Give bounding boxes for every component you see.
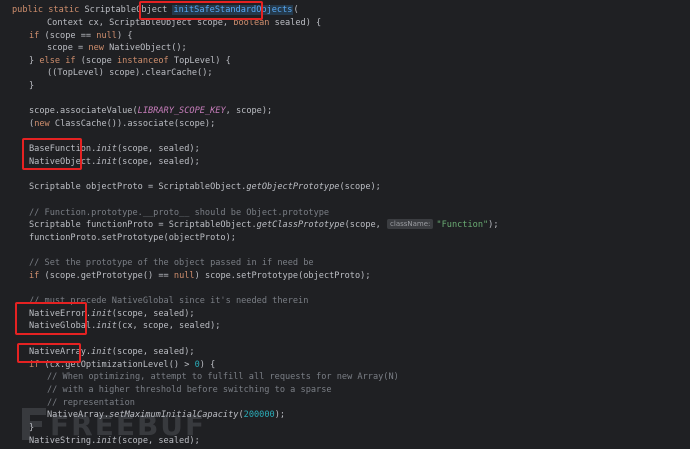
code-string: "Function" bbox=[436, 220, 489, 230]
code-text: functionProto.setPrototype(objectProto); bbox=[29, 233, 236, 243]
code-keyword: new bbox=[88, 43, 104, 53]
code-line-13: // Function.prototype.__proto__ should b… bbox=[29, 207, 329, 220]
code-text: (scope.getPrototype() == bbox=[39, 271, 174, 281]
code-line-16: // Set the prototype of the object passe… bbox=[29, 257, 314, 270]
code-text: ((TopLevel) scope).clearCache(); bbox=[47, 68, 213, 78]
code-line-12: Scriptable objectProto = ScriptableObjec… bbox=[29, 181, 381, 194]
code-text: scope = bbox=[47, 43, 89, 53]
code-keyword: null bbox=[173, 271, 195, 281]
code-line-24: // with a higher threshold before switch… bbox=[47, 384, 332, 397]
code-line-17: if (scope.getPrototype() == null) scope.… bbox=[29, 270, 371, 283]
code-keyword: public bbox=[12, 5, 44, 15]
code-text: Scriptable objectProto = ScriptableObjec… bbox=[29, 182, 247, 192]
watermark-text: FREEBUF bbox=[50, 409, 207, 442]
code-method-call: init bbox=[96, 321, 117, 331]
freebuf-watermark: FREEBUF bbox=[20, 404, 230, 448]
highlight-box-nativearray bbox=[17, 343, 81, 363]
code-text: (cx, scope, sealed); bbox=[116, 321, 221, 331]
code-text: NativeObject(); bbox=[103, 43, 187, 53]
code-text: (scope, sealed); bbox=[116, 157, 200, 167]
code-comment: // with a higher threshold before switch… bbox=[47, 385, 332, 395]
code-text: ); bbox=[274, 410, 286, 420]
code-text: ( bbox=[293, 5, 299, 15]
code-text: } bbox=[29, 81, 35, 91]
code-text: (scope == bbox=[39, 31, 97, 41]
code-method-call: getObjectPrototype bbox=[246, 182, 340, 192]
code-line-4: scope = new NativeObject(); bbox=[47, 42, 187, 55]
code-text: ) { bbox=[199, 360, 216, 370]
code-text: (scope, sealed); bbox=[111, 309, 195, 319]
code-keyword: new bbox=[34, 119, 50, 129]
highlight-box-basefunction-nativeobject bbox=[22, 138, 82, 170]
code-line-14: Scriptable functionProto = ScriptableObj… bbox=[29, 219, 499, 232]
code-line-9: (new ClassCache()).associate(scope); bbox=[29, 118, 215, 131]
code-text: scope.associateValue( bbox=[29, 106, 138, 116]
code-number: 200000 bbox=[243, 410, 275, 420]
code-text: Scriptable functionProto = ScriptableObj… bbox=[29, 220, 257, 230]
code-editor[interactable]: public static ScriptableObject initSafeS… bbox=[0, 0, 690, 449]
code-line-23: // When optimizing, attempt to fulfill a… bbox=[47, 371, 399, 384]
code-text: } bbox=[29, 56, 40, 66]
code-line-3: if (scope == null) { bbox=[29, 30, 133, 43]
code-comment: // Set the prototype of the object passe… bbox=[29, 258, 314, 268]
code-keyword: static bbox=[48, 5, 80, 15]
code-text: (scope); bbox=[339, 182, 381, 192]
highlight-box-nativeerror-nativeglobal bbox=[15, 302, 87, 335]
code-text: ) scope.setPrototype(objectProto); bbox=[194, 271, 371, 281]
code-keyword: if bbox=[29, 31, 40, 41]
code-text: TopLevel) { bbox=[168, 56, 231, 66]
code-method-call: init bbox=[96, 157, 117, 167]
code-line-6: ((TopLevel) scope).clearCache(); bbox=[47, 67, 213, 80]
code-keyword: else if bbox=[39, 56, 76, 66]
code-text: ) { bbox=[116, 31, 133, 41]
code-line-15: functionProto.setPrototype(objectProto); bbox=[29, 232, 236, 245]
code-keyword: null bbox=[96, 31, 117, 41]
code-text: sealed) { bbox=[269, 18, 322, 28]
code-method-call: init bbox=[91, 309, 112, 319]
code-line-8: scope.associateValue(LIBRARY_SCOPE_KEY, … bbox=[29, 105, 272, 118]
code-method-call: getClassPrototype bbox=[256, 220, 345, 230]
code-text: (scope, bbox=[344, 220, 387, 230]
code-text: ClassCache()).associate(scope); bbox=[49, 119, 216, 129]
code-text: (scope, sealed); bbox=[111, 347, 195, 357]
freebuf-logo-icon bbox=[22, 408, 46, 440]
code-method-call: init bbox=[91, 347, 112, 357]
code-constant: LIBRARY_SCOPE_KEY bbox=[137, 106, 226, 116]
code-text: ); bbox=[488, 220, 499, 230]
code-comment: // Function.prototype.__proto__ should b… bbox=[29, 208, 330, 218]
code-keyword: if bbox=[29, 271, 40, 281]
code-line-5: } else if (scope instanceof TopLevel) { bbox=[29, 55, 231, 68]
code-comment: // When optimizing, attempt to fulfill a… bbox=[47, 372, 399, 382]
code-keyword: instanceof bbox=[116, 56, 169, 66]
code-line-7: } bbox=[29, 80, 34, 93]
code-text: , scope); bbox=[225, 106, 273, 116]
code-text: (scope bbox=[75, 56, 117, 66]
code-method-call: init bbox=[96, 144, 117, 154]
highlight-box-method-name bbox=[139, 1, 263, 20]
parameter-hint-classname: className: bbox=[387, 219, 434, 229]
code-text: (scope, sealed); bbox=[116, 144, 200, 154]
